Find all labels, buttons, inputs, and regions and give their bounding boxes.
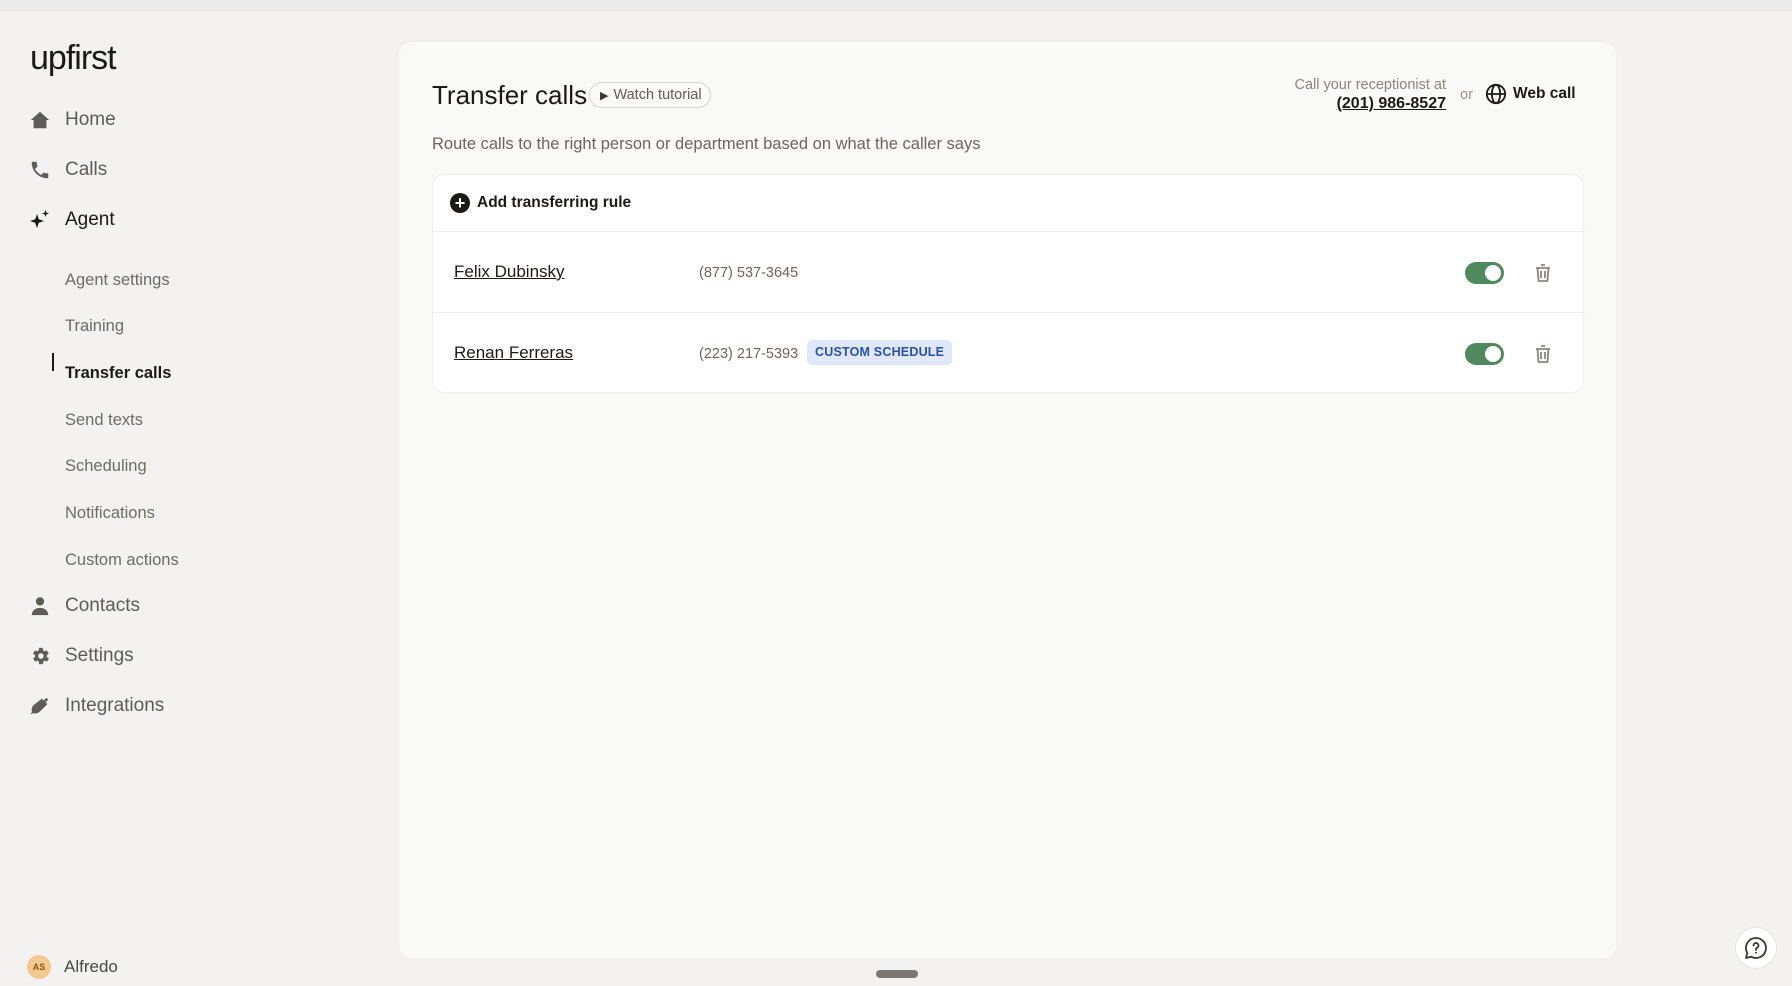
plus-circle-icon: + — [450, 193, 470, 213]
watch-tutorial-button[interactable]: ▶ Watch tutorial — [589, 82, 711, 108]
nav-calls[interactable]: Calls — [28, 155, 107, 185]
nav-contacts[interactable]: Contacts — [28, 591, 140, 621]
sub-training[interactable]: Training — [65, 314, 124, 338]
trash-icon[interactable] — [1531, 261, 1555, 285]
watch-tutorial-label: Watch tutorial — [613, 87, 702, 103]
sub-transfer-calls[interactable]: Transfer calls — [65, 361, 171, 385]
avatar: AS — [27, 955, 51, 979]
main-panel: Transfer calls ▶ Watch tutorial Call you… — [398, 41, 1617, 960]
top-strip — [0, 0, 1792, 11]
user-name: Alfredo — [64, 957, 118, 976]
nav-agent-label: Agent — [65, 209, 115, 230]
add-transferring-rule-button[interactable]: + Add transferring rule — [450, 191, 631, 215]
nav-agent[interactable]: Agent — [28, 205, 115, 235]
play-icon: ▶ — [600, 89, 609, 102]
trash-icon[interactable] — [1531, 342, 1555, 366]
app-logo[interactable]: upfirst — [30, 39, 117, 78]
custom-schedule-badge: CUSTOM SCHEDULE — [807, 340, 953, 365]
help-chat-icon — [1745, 937, 1767, 959]
person-icon — [28, 594, 52, 618]
web-call-label: Web call — [1513, 85, 1576, 102]
nav-contacts-label: Contacts — [65, 595, 140, 616]
nav-settings-label: Settings — [65, 645, 134, 666]
rule-name-link[interactable]: Felix Dubinsky — [454, 262, 565, 282]
add-rule-label: Add transferring rule — [477, 194, 632, 211]
gear-icon — [28, 644, 52, 668]
page-title: Transfer calls — [432, 80, 588, 110]
rule-row: Felix Dubinsky (877) 537-3645 — [433, 231, 1585, 312]
sub-scheduling[interactable]: Scheduling — [65, 454, 147, 478]
active-indicator — [52, 353, 54, 371]
nav-home-label: Home — [65, 109, 116, 130]
user-menu[interactable]: AS Alfredo — [27, 955, 118, 979]
receptionist-info: Call your receptionist at (201) 986-8527 — [1294, 76, 1446, 114]
nav-integrations[interactable]: Integrations — [28, 691, 164, 721]
rule-enabled-toggle[interactable] — [1465, 343, 1504, 365]
help-button[interactable] — [1735, 927, 1777, 969]
or-text: or — [1460, 87, 1473, 103]
nav-settings[interactable]: Settings — [28, 641, 134, 671]
resize-handle[interactable] — [876, 970, 918, 978]
nav-calls-label: Calls — [65, 159, 108, 180]
page-subtitle: Route calls to the right person or depar… — [432, 135, 981, 153]
globe-icon — [1485, 83, 1507, 105]
rule-phone: (877) 537-3645 — [699, 265, 799, 281]
nav-integrations-label: Integrations — [65, 695, 165, 716]
sub-notifications[interactable]: Notifications — [65, 501, 155, 525]
sub-send-texts[interactable]: Send texts — [65, 408, 143, 432]
receptionist-label: Call your receptionist at — [1294, 77, 1446, 93]
sidebar: upfirst Home Calls Agent Agent settings … — [0, 11, 398, 986]
web-call-button[interactable]: Web call — [1485, 83, 1576, 105]
sub-agent-settings[interactable]: Agent settings — [65, 268, 170, 292]
rules-card: + Add transferring rule Felix Dubinsky (… — [432, 174, 1585, 393]
plug-icon — [28, 694, 52, 718]
nav-home[interactable]: Home — [28, 105, 116, 135]
rule-name-link[interactable]: Renan Ferreras — [454, 343, 573, 363]
rule-enabled-toggle[interactable] — [1465, 262, 1504, 284]
phone-icon — [28, 158, 52, 182]
rule-row: Renan Ferreras (223) 217-5393 CUSTOM SCH… — [433, 312, 1585, 393]
receptionist-phone-link[interactable]: (201) 986-8527 — [1294, 94, 1446, 114]
sparkle-icon — [28, 208, 52, 232]
rule-phone: (223) 217-5393 — [699, 346, 799, 362]
sub-custom-actions[interactable]: Custom actions — [65, 548, 179, 572]
home-icon — [28, 108, 52, 132]
